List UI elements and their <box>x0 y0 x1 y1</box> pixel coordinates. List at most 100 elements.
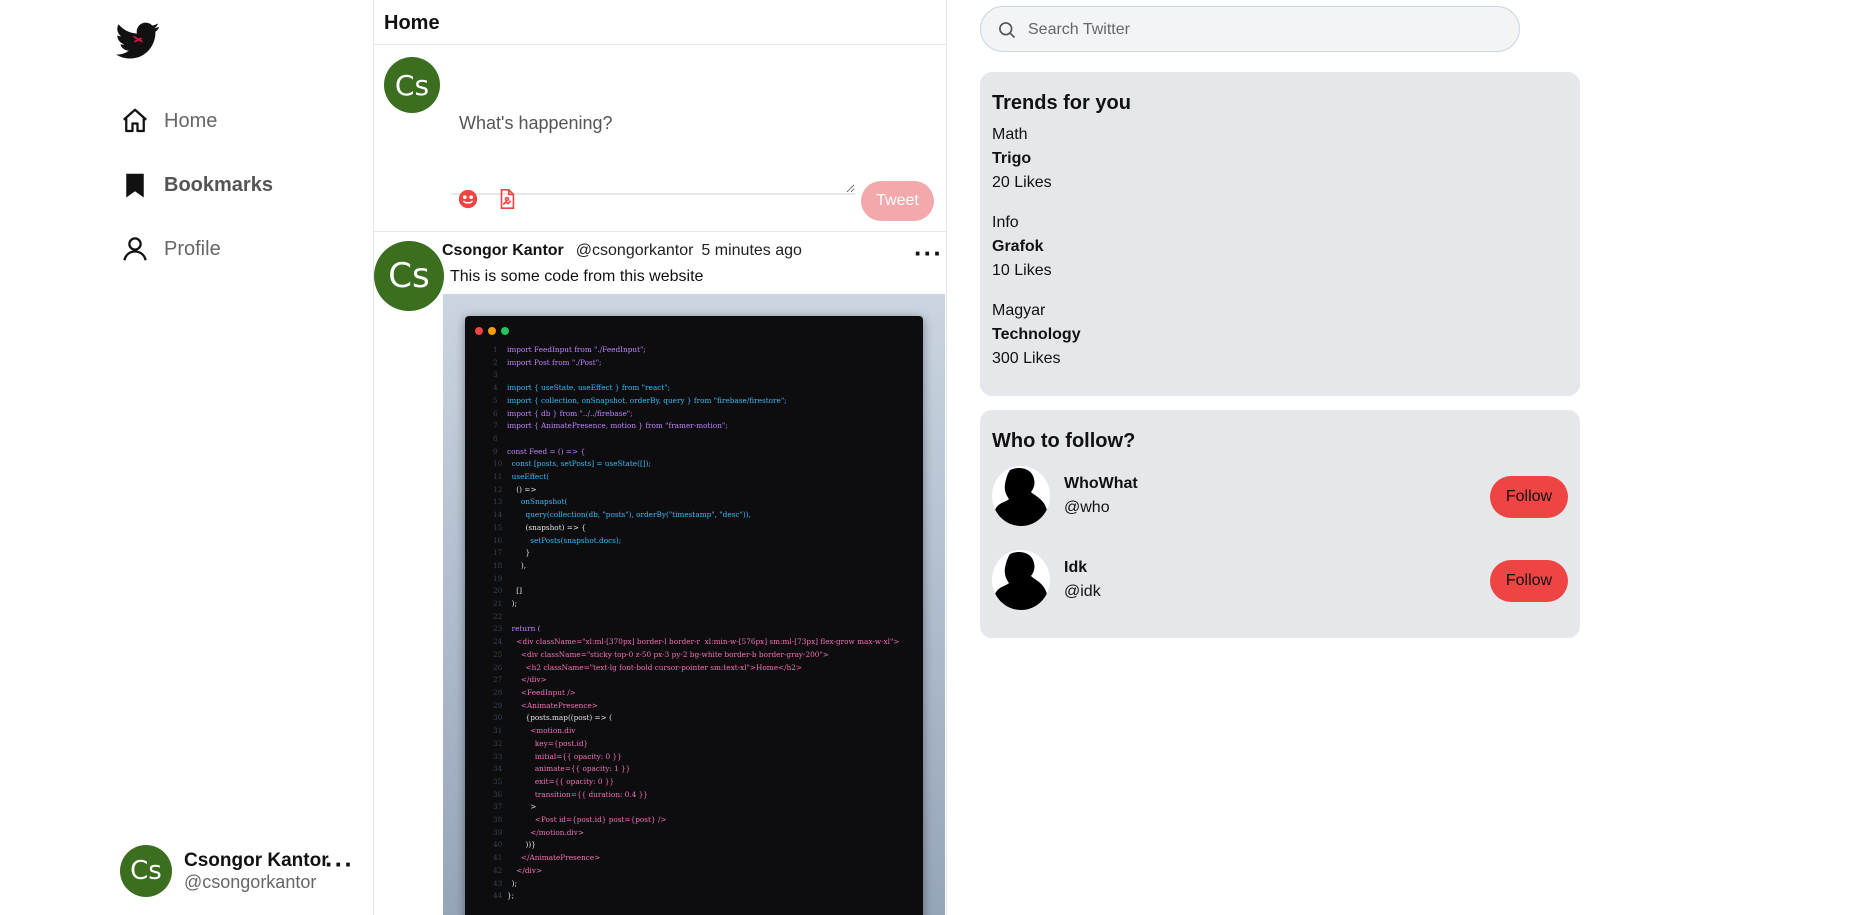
user-icon <box>123 237 147 261</box>
search-icon <box>999 22 1016 39</box>
code-line-number: 5 <box>493 395 498 405</box>
code-line: 23 return ( <box>493 623 899 636</box>
code-line-text: <FeedInput /> <box>507 687 576 697</box>
trend-likes: 20 Likes <box>992 174 1052 191</box>
sidebar-item-bookmarks[interactable]: Bookmarks <box>120 170 273 200</box>
post-timestamp: 5 minutes ago <box>701 242 802 259</box>
follow-user-name: Idk <box>1064 559 1088 576</box>
code-line-number: 43 <box>493 878 503 888</box>
follow-button[interactable]: Follow <box>1490 560 1568 602</box>
code-line-number: 2 <box>493 357 498 367</box>
avatar <box>992 550 1050 610</box>
code-line-text: ); <box>507 878 517 888</box>
code-line: 42 </div> <box>493 865 899 878</box>
code-line-text: [] <box>507 586 522 596</box>
sidebar-item-label: Home <box>164 109 218 132</box>
follow-button[interactable]: Follow <box>1490 476 1568 518</box>
code-line-text: setPosts(snapshot.docs); <box>507 535 622 545</box>
code-block: 1 import FeedInput from "./FeedInput"; 2 im… <box>493 344 899 903</box>
code-line-number: 44 <box>493 891 503 901</box>
code-line-number: 16 <box>493 535 503 545</box>
code-line-number: 31 <box>493 726 503 736</box>
code-line-text: <div className="xl:ml-[370px] border-l b… <box>507 637 900 647</box>
code-line: 29 <AnimatePresence> <box>493 700 899 713</box>
code-line: 40 ))} <box>493 839 899 852</box>
code-line: 20 [] <box>493 585 899 598</box>
image-file-icon[interactable] <box>496 188 518 210</box>
post-image[interactable]: 1 import FeedInput from "./FeedInput"; 2 im… <box>443 294 945 915</box>
code-line: 7 import { AnimatePresence, motion } from… <box>493 420 899 433</box>
code-line-number: 40 <box>493 840 503 850</box>
twitter-logo-icon[interactable] <box>113 18 163 62</box>
code-line-number: 14 <box>493 510 503 520</box>
code-line: 44}; <box>493 890 899 903</box>
who-to-follow-panel: Who to follow? WhoWhat @who Follow Idk @… <box>980 410 1580 638</box>
code-line-number: 13 <box>493 497 503 507</box>
code-line-text: import FeedInput from "./FeedInput"; <box>507 345 646 354</box>
bookmark-icon <box>126 173 144 198</box>
code-line: 34 animate={{ opacity: 1 }} <box>493 763 899 776</box>
trend-name: Grafok <box>992 238 1044 255</box>
code-line-number: 26 <box>493 662 503 672</box>
code-line-number: 9 <box>493 446 498 456</box>
trend-category: Magyar <box>992 302 1046 319</box>
account-switcher[interactable]: Cs Csongor Kantor @csongorkantor <box>120 845 329 897</box>
follow-suggestion[interactable]: Idk @idk Follow <box>992 550 1568 610</box>
code-line-text: ))} <box>507 840 536 850</box>
code-line-text: <Post id={post.id} post={post} /> <box>507 815 667 825</box>
code-line: 28 <FeedInput /> <box>493 687 899 700</box>
user-silhouette-icon <box>992 552 1049 610</box>
trend-item[interactable]: Info Grafok 10 Likes <box>992 211 1568 283</box>
code-screenshot: 1 import FeedInput from "./FeedInput"; 2 im… <box>465 316 923 915</box>
tweet-post[interactable]: Cs Csongor Kantor @csongorkantor 5 minut… <box>374 232 946 915</box>
code-line-number: 27 <box>493 675 503 685</box>
sidebar-item-home[interactable]: Home <box>120 106 217 136</box>
search-bar[interactable] <box>980 6 1520 52</box>
trend-likes: 10 Likes <box>992 262 1052 279</box>
code-line-text: ), <box>507 560 527 570</box>
code-line-number: 28 <box>493 687 503 697</box>
code-line: 15 (snapshot) => { <box>493 522 899 535</box>
code-line-number: 29 <box>493 700 503 710</box>
follow-suggestion[interactable]: WhoWhat @who Follow <box>992 466 1568 526</box>
home-icon <box>123 108 147 133</box>
trend-item[interactable]: Magyar Technology 300 Likes <box>992 299 1568 371</box>
post-more-icon[interactable]: ··· <box>914 240 943 266</box>
trends-panel: Trends for you Math Trigo 20 Likes Info … <box>980 72 1580 396</box>
code-line-text: } <box>507 548 531 558</box>
code-line: 6 import { db } from "../../firebase"; <box>493 408 899 421</box>
code-line-number: 21 <box>493 599 503 609</box>
code-line-number: 39 <box>493 827 503 837</box>
more-icon[interactable]: ··· <box>325 851 354 877</box>
search-input[interactable] <box>1026 15 1500 45</box>
code-line-number: 37 <box>493 802 503 812</box>
code-line: 13 onSnapshot( <box>493 496 899 509</box>
code-line-number: 18 <box>493 560 503 570</box>
code-line-text: import { useState, useEffect } from "rea… <box>507 383 671 393</box>
code-line-number: 33 <box>493 751 503 761</box>
trend-likes: 300 Likes <box>992 350 1061 367</box>
tweet-input[interactable] <box>451 103 855 195</box>
follow-user-handle: @idk <box>1064 583 1101 600</box>
tweet-button[interactable]: Tweet <box>861 181 934 221</box>
who-to-follow-title: Who to follow? <box>992 430 1136 452</box>
trend-name: Trigo <box>992 150 1032 167</box>
code-line: 35 exit={{ opacity: 0 }} <box>493 776 899 789</box>
code-line-number: 20 <box>493 586 503 596</box>
code-line-number: 41 <box>493 853 503 863</box>
code-line-text: import { db } from "../../firebase"; <box>507 408 633 418</box>
code-line-text: animate={{ opacity: 1 }} <box>507 764 631 774</box>
emoji-icon[interactable] <box>457 188 479 210</box>
code-line: 11 useEffect( <box>493 471 899 484</box>
sidebar-item-profile[interactable]: Profile <box>120 234 221 264</box>
code-line-number: 11 <box>493 472 503 482</box>
avatar <box>992 466 1050 526</box>
code-line-text: <AnimatePresence> <box>507 700 598 710</box>
code-line: 9 const Feed = () => { <box>493 446 899 459</box>
trend-item[interactable]: Math Trigo 20 Likes <box>992 123 1568 195</box>
code-line-text: import { collection, onSnapshot, orderBy… <box>507 395 787 405</box>
code-line: 8 <box>493 433 899 446</box>
trend-name: Technology <box>992 326 1081 343</box>
code-line-number: 34 <box>493 764 503 774</box>
avatar: Cs <box>374 241 444 311</box>
